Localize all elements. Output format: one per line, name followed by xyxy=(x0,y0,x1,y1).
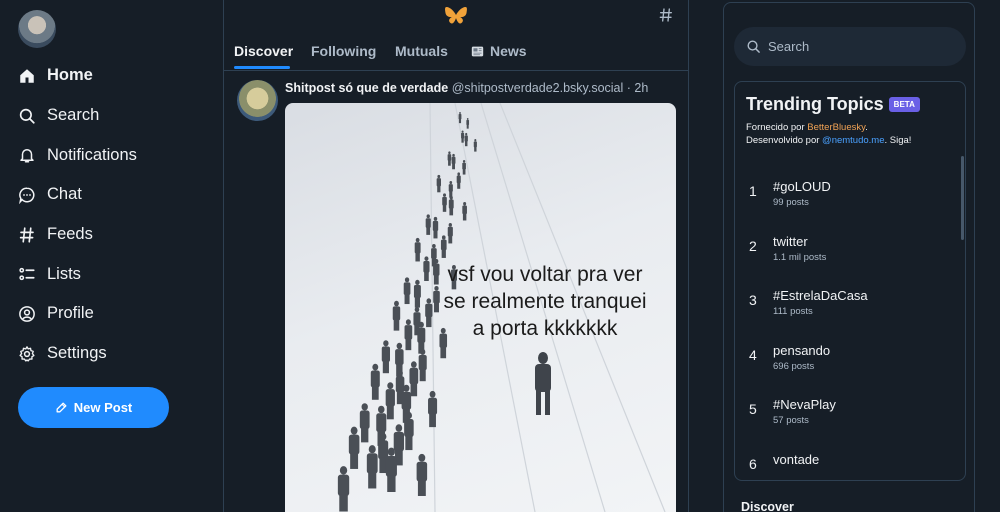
post-timestamp: · 2h xyxy=(626,81,649,95)
sidebar-discover-heading[interactable]: Discover xyxy=(741,500,794,512)
nav-item-label: Feeds xyxy=(47,225,93,244)
tab-news-label: News xyxy=(490,43,527,59)
tab-mutuals[interactable]: Mutuals xyxy=(395,43,448,59)
provided-by-prefix: Fornecido por xyxy=(746,122,808,133)
post-author-handle[interactable]: @shitpostverdade2.bsky.social xyxy=(452,81,624,95)
right-sidebar: Search Trending Topics BETA Fornecido por… xyxy=(723,2,975,512)
nav-item-profile[interactable]: Profile xyxy=(18,294,137,334)
trending-item[interactable]: 1 #goLOUD 99 posts xyxy=(735,174,965,224)
nav-item-home[interactable]: Home xyxy=(18,56,137,96)
nav-item-label: Settings xyxy=(47,344,107,363)
developed-by-suffix: . Siga! xyxy=(884,135,912,146)
bluesky-butterfly-icon[interactable] xyxy=(444,6,468,26)
tab-discover[interactable]: Discover xyxy=(234,43,293,59)
developed-by-prefix: Desenvolvido por xyxy=(746,135,823,146)
trending-item[interactable]: 5 #NevaPlay 57 posts xyxy=(735,392,965,442)
meme-caption-line: vsf vou voltar pra ver xyxy=(447,263,643,286)
newspaper-icon xyxy=(471,46,484,57)
nav-item-settings[interactable]: Settings xyxy=(18,334,137,374)
meme-caption-line: se realmente tranquei xyxy=(443,290,647,313)
nav-item-label: Home xyxy=(47,66,93,85)
trending-credits: Fornecido por BetterBluesky. Desenvolvid… xyxy=(746,121,911,147)
active-tab-indicator xyxy=(234,66,290,69)
nav-item-label: Chat xyxy=(47,185,82,204)
trending-title: Trending Topics BETA xyxy=(746,94,920,115)
nav-item-search[interactable]: Search xyxy=(18,96,137,136)
post-image[interactable]: vsf vou voltar pra ver se realmente tran… xyxy=(285,103,676,512)
post-author-avatar[interactable] xyxy=(237,80,278,121)
provided-by-suffix: . xyxy=(865,122,868,133)
trending-rank: 5 xyxy=(749,401,757,417)
nav-item-notifications[interactable]: Notifications xyxy=(18,135,137,175)
meme-caption-line: a porta kkkkkkk xyxy=(472,317,618,340)
tab-news[interactable]: News xyxy=(471,43,527,59)
main-feed: Discover Following Mutuals News Shitpost… xyxy=(224,0,688,512)
provider-link[interactable]: BetterBluesky xyxy=(807,122,865,133)
trending-name: pensando xyxy=(773,342,831,358)
nav-item-label: Notifications xyxy=(47,145,137,164)
user-circle-icon xyxy=(19,306,35,322)
nav-item-label: Profile xyxy=(47,304,94,323)
chat-bubble-icon xyxy=(19,187,35,204)
hashtag-icon xyxy=(19,227,34,243)
gear-icon xyxy=(19,345,35,362)
trending-name: twitter xyxy=(773,233,808,249)
new-post-button[interactable]: New Post xyxy=(18,387,169,428)
trending-item[interactable]: 6 vontade xyxy=(735,447,965,481)
developer-link[interactable]: @nemtudo.me xyxy=(822,135,884,146)
beta-badge: BETA xyxy=(888,97,920,112)
search-placeholder: Search xyxy=(768,39,810,54)
trending-name: #goLOUD xyxy=(773,179,831,194)
nav-item-label: Lists xyxy=(47,264,81,283)
trending-rank: 2 xyxy=(749,237,757,254)
user-avatar[interactable] xyxy=(18,10,56,48)
trending-rank: 4 xyxy=(749,346,757,363)
home-icon xyxy=(20,69,34,83)
trending-count: 696 posts xyxy=(773,360,815,372)
trending-name: #EstrelaDaCasa xyxy=(773,288,868,303)
trending-name: vontade xyxy=(773,451,820,467)
nav-item-label: Search xyxy=(47,106,100,125)
list-icon xyxy=(19,268,35,281)
trending-topics-card: Trending Topics BETA Fornecido por Better… xyxy=(734,81,966,481)
search-input[interactable]: Search xyxy=(734,27,966,66)
search-icon xyxy=(19,108,35,124)
trending-rank: 3 xyxy=(749,292,757,308)
feed-tabs: Discover Following Mutuals News xyxy=(224,35,688,71)
post-header: Shitpost só que de verdade @shitpostverd… xyxy=(285,81,648,95)
trending-count: 111 posts xyxy=(773,306,813,317)
trending-title-text: Trending Topics xyxy=(746,94,884,114)
nav-item-chat[interactable]: Chat xyxy=(18,175,137,215)
meme-caption: vsf vou voltar pra ver se realmente tran… xyxy=(425,261,665,342)
trending-rank: 1 xyxy=(749,183,757,199)
trending-count: 57 posts xyxy=(773,415,809,426)
new-post-label: New Post xyxy=(73,400,133,415)
tab-following[interactable]: Following xyxy=(311,43,376,59)
trending-item[interactable]: 3 #EstrelaDaCasa 111 posts xyxy=(735,283,965,333)
compose-icon xyxy=(56,402,67,413)
bell-icon xyxy=(20,149,34,163)
trending-item[interactable]: 2 twitter 1.1 mil posts xyxy=(735,229,965,279)
divider xyxy=(688,0,689,512)
trending-rank: 6 xyxy=(749,455,757,472)
left-navigation: Home Search Notifications Chat Feeds Lis… xyxy=(0,0,224,512)
hashtag-icon[interactable] xyxy=(658,7,674,23)
trending-count: 99 posts xyxy=(773,197,809,208)
nav-item-feeds[interactable]: Feeds xyxy=(18,215,137,255)
nav-item-lists[interactable]: Lists xyxy=(18,254,137,294)
nav-list: Home Search Notifications Chat Feeds Lis… xyxy=(18,56,137,374)
trending-count: 1.1 mil posts xyxy=(773,251,827,263)
trending-name: #NevaPlay xyxy=(773,397,836,412)
search-icon xyxy=(747,40,760,53)
post-author-name[interactable]: Shitpost só que de verdade xyxy=(285,81,448,95)
trending-item[interactable]: 4 pensando 696 posts xyxy=(735,338,965,388)
